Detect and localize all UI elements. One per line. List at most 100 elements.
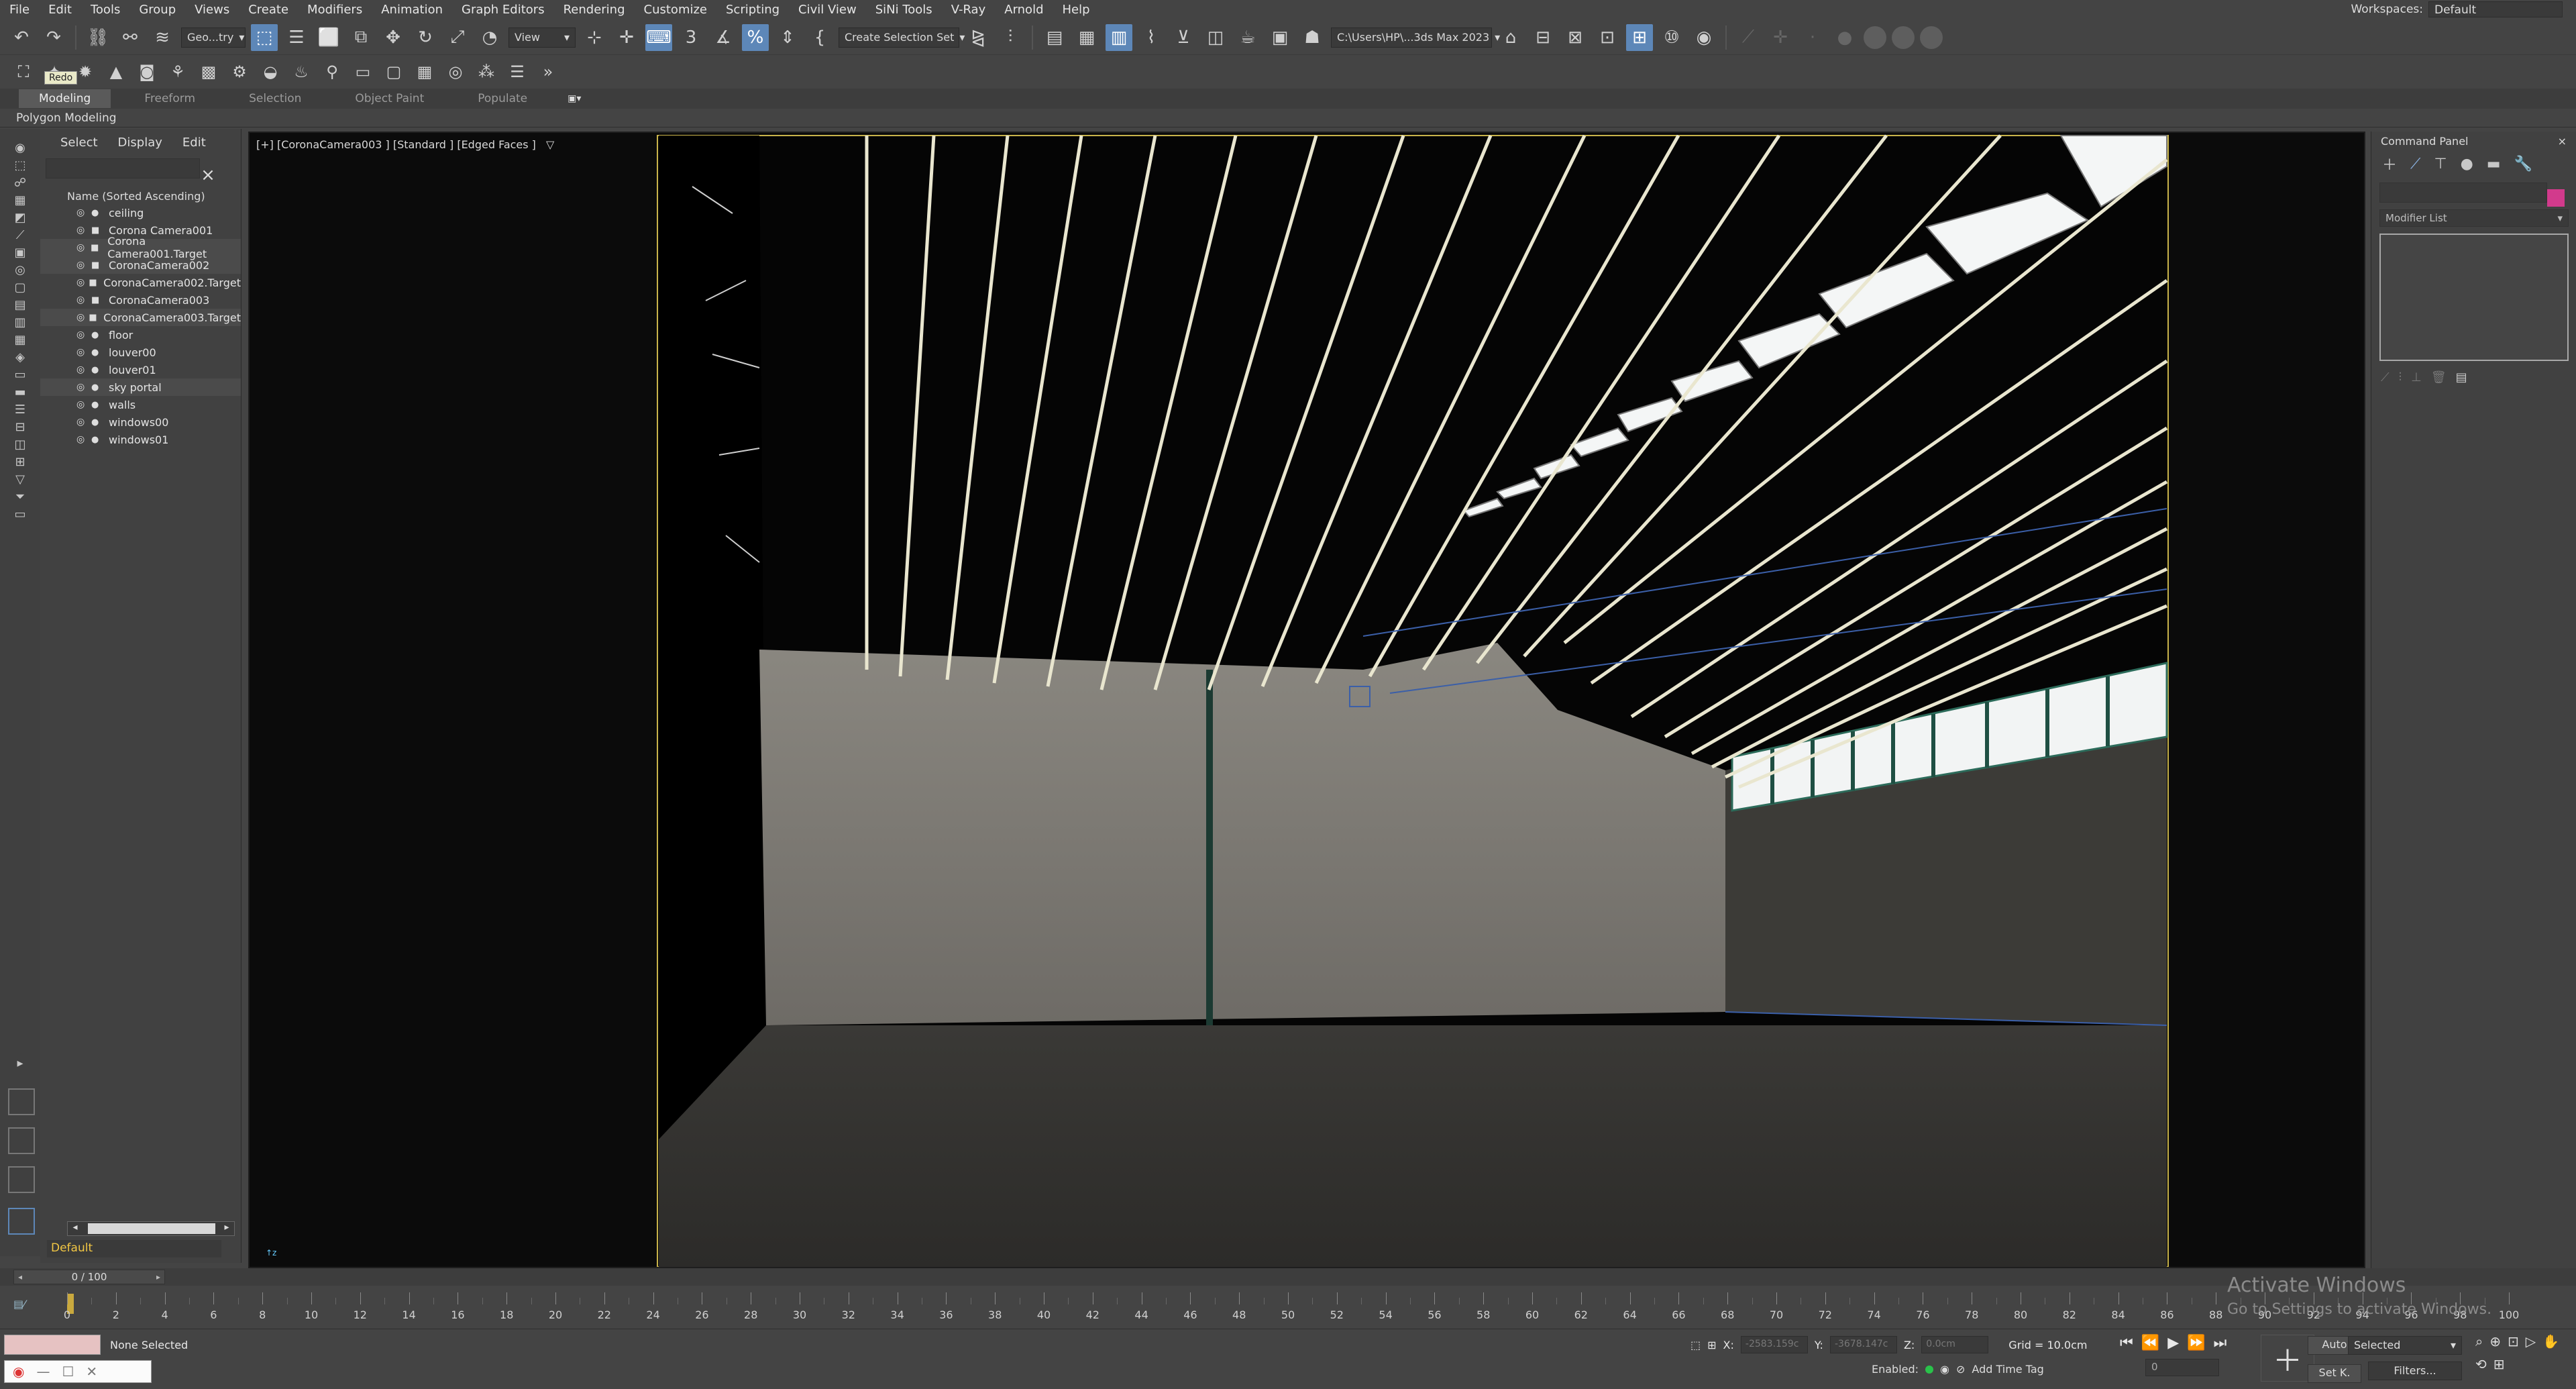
camera-viewport[interactable]: [+] [CoronaCamera003 ] [Standard ] [Edge…: [248, 132, 2365, 1268]
pivot-center-icon[interactable]: ⊹: [581, 24, 608, 51]
show-end-result-icon[interactable]: ⫶: [2399, 370, 2402, 384]
menu-item-graph-editors[interactable]: Graph Editors: [452, 3, 554, 17]
menu-item-scripting[interactable]: Scripting: [716, 3, 789, 17]
select-object-icon[interactable]: ⬚: [251, 23, 278, 51]
tab-edit[interactable]: Edit: [174, 132, 214, 154]
triangle-icon[interactable]: ▲: [103, 59, 129, 85]
menu-item-animation[interactable]: Animation: [372, 3, 452, 17]
visibility-eye-icon[interactable]: ◎: [76, 242, 87, 253]
previous-frame-icon[interactable]: ⏪: [2141, 1335, 2159, 1351]
menu-item-tools[interactable]: Tools: [81, 3, 129, 17]
maximize-icon[interactable]: ☐: [62, 1364, 74, 1380]
time-tag-icon[interactable]: ⊘: [1956, 1363, 1965, 1376]
curve-editor-icon[interactable]: ⌇: [1138, 24, 1165, 51]
mirror-icon[interactable]: ⧎: [965, 24, 991, 51]
render-setup-icon[interactable]: ☕: [1234, 24, 1261, 51]
expand-icon[interactable]: ▸: [12, 1055, 28, 1071]
hierarchy-tab-icon[interactable]: ⊤: [2434, 156, 2447, 172]
go-to-start-icon[interactable]: ⏮: [2120, 1335, 2133, 1351]
time-slider-handle[interactable]: ◂ 0 / 100 ▸: [13, 1270, 165, 1284]
spinner-snap-icon[interactable]: ⇕: [774, 24, 801, 51]
viewport-label[interactable]: [+] [CoronaCamera003 ] [Standard ] [Edge…: [256, 138, 554, 151]
visibility-eye-icon[interactable]: ◎: [76, 417, 87, 427]
vray-render-icon[interactable]: ⊡: [1594, 24, 1621, 51]
tab-modeling[interactable]: Modeling: [19, 89, 111, 108]
texture-icon[interactable]: ▩: [196, 59, 221, 85]
snaps-toggle-icon[interactable]: 3: [678, 24, 704, 51]
modify-tab-icon[interactable]: ⟋: [2410, 156, 2420, 172]
menu-item-group[interactable]: Group: [129, 3, 185, 17]
rotate-icon[interactable]: ↻: [412, 24, 439, 51]
tab-object-paint[interactable]: Object Paint: [335, 89, 444, 108]
visibility-eye-icon[interactable]: ◎: [76, 225, 87, 236]
filter-toggle-icon[interactable]: ☰: [12, 401, 28, 417]
visibility-eye-icon[interactable]: ◎: [76, 347, 87, 358]
material-icon[interactable]: ◒: [258, 59, 283, 85]
scene-list-header[interactable]: Name (Sorted Ascending): [40, 188, 241, 204]
viewport-layout-tab-icon[interactable]: [8, 1166, 35, 1193]
filter-toggle-icon[interactable]: ⊟: [12, 419, 28, 435]
percent-snap-icon[interactable]: %: [742, 23, 769, 51]
lock-selection-icon[interactable]: ⬚: [1690, 1339, 1701, 1351]
prev-frame-icon[interactable]: ◂: [18, 1272, 22, 1282]
link-icon[interactable]: ⛓: [85, 24, 111, 51]
filter-toggle-icon[interactable]: ▢: [12, 279, 28, 295]
list-item[interactable]: ◎ ● walls: [40, 396, 241, 413]
extension-circle-icon[interactable]: [1864, 25, 1886, 49]
visibility-eye-icon[interactable]: ◎: [76, 260, 87, 270]
modifier-stack[interactable]: [2379, 234, 2569, 361]
list-item[interactable]: ◎ ● louver01: [40, 361, 241, 378]
proxy-icon[interactable]: ◙: [134, 59, 160, 85]
filter-toggle-icon[interactable]: ▦: [12, 331, 28, 348]
create-tab-icon[interactable]: ＋: [2382, 153, 2397, 174]
scroll-right-icon[interactable]: ▸: [219, 1222, 234, 1235]
box-icon[interactable]: ▭: [350, 59, 376, 85]
filter-toggle-icon[interactable]: ▤: [12, 297, 28, 313]
tab-freeform[interactable]: Freeform: [124, 89, 215, 108]
menu-item-arnold[interactable]: Arnold: [995, 3, 1053, 17]
visibility-eye-icon[interactable]: ◎: [76, 277, 85, 288]
scene-search-input[interactable]: [46, 158, 200, 178]
visibility-eye-icon[interactable]: ◎: [76, 329, 87, 340]
list-item[interactable]: ◎ ■ CoronaCamera003: [40, 291, 241, 309]
expand-chevron-icon[interactable]: »: [535, 59, 561, 85]
undo-icon[interactable]: ↶: [8, 24, 35, 51]
modifier-list-dropdown[interactable]: Modifier List ▾: [2379, 209, 2569, 227]
x-coordinate-field[interactable]: -2583.159c: [1740, 1336, 1808, 1353]
place-icon[interactable]: ◔: [476, 24, 503, 51]
filter-toggle-icon[interactable]: ▭: [12, 366, 28, 382]
arnold-render-view-icon[interactable]: ⊞: [1626, 23, 1653, 51]
eye-icon[interactable]: ◎: [443, 59, 468, 85]
add-time-tag[interactable]: Add Time Tag: [1972, 1363, 2043, 1376]
scene-states-icon[interactable]: ⛶: [11, 59, 36, 85]
ribbon-options-icon[interactable]: ▣▾: [568, 93, 581, 104]
align-icon[interactable]: ⫶: [997, 24, 1024, 51]
list-icon[interactable]: ☰: [504, 59, 530, 85]
menu-item-create[interactable]: Create: [239, 3, 298, 17]
viewport-layout-tab-icon[interactable]: [8, 1088, 35, 1115]
vray-asset-editor-icon[interactable]: ◉: [1690, 24, 1717, 51]
visibility-eye-icon[interactable]: ◎: [76, 295, 87, 305]
maxscript-listener[interactable]: [4, 1335, 101, 1355]
y-coordinate-field[interactable]: -3678.147c: [1829, 1336, 1897, 1353]
pin-stack-icon[interactable]: ⟋: [2381, 370, 2390, 384]
vray-light-lister-icon[interactable]: ⑩: [1658, 24, 1685, 51]
edit-named-selection-icon[interactable]: {: [806, 24, 833, 51]
schematic-view-icon[interactable]: ⊻: [1170, 24, 1197, 51]
tab-populate[interactable]: Populate: [458, 89, 547, 108]
filter-toggle-icon[interactable]: ☍: [12, 174, 28, 191]
keyboard-shortcut-override-icon[interactable]: ⌨: [645, 23, 672, 51]
set-key-icon[interactable]: ＋: [2261, 1335, 2314, 1382]
visibility-eye-icon[interactable]: ◎: [76, 434, 87, 445]
list-item[interactable]: ◎ ● windows00: [40, 413, 241, 431]
workspace-dropdown[interactable]: Default: [2428, 1, 2563, 17]
close-icon[interactable]: ×: [199, 166, 217, 185]
angle-snap-icon[interactable]: ∡: [710, 24, 737, 51]
menu-item-civil-view[interactable]: Civil View: [789, 3, 866, 17]
key-filters-button[interactable]: Filters...: [2368, 1361, 2462, 1380]
vray-frame-buffer-icon[interactable]: ⊠: [1562, 24, 1589, 51]
flame-icon[interactable]: ♨: [288, 59, 314, 85]
project-folder-dropdown[interactable]: C:\Users\HP\...3ds Max 2023 ▾: [1331, 27, 1500, 48]
object-name-field[interactable]: [2379, 183, 2547, 203]
zoom-icon[interactable]: ⌕: [2475, 1333, 2483, 1349]
